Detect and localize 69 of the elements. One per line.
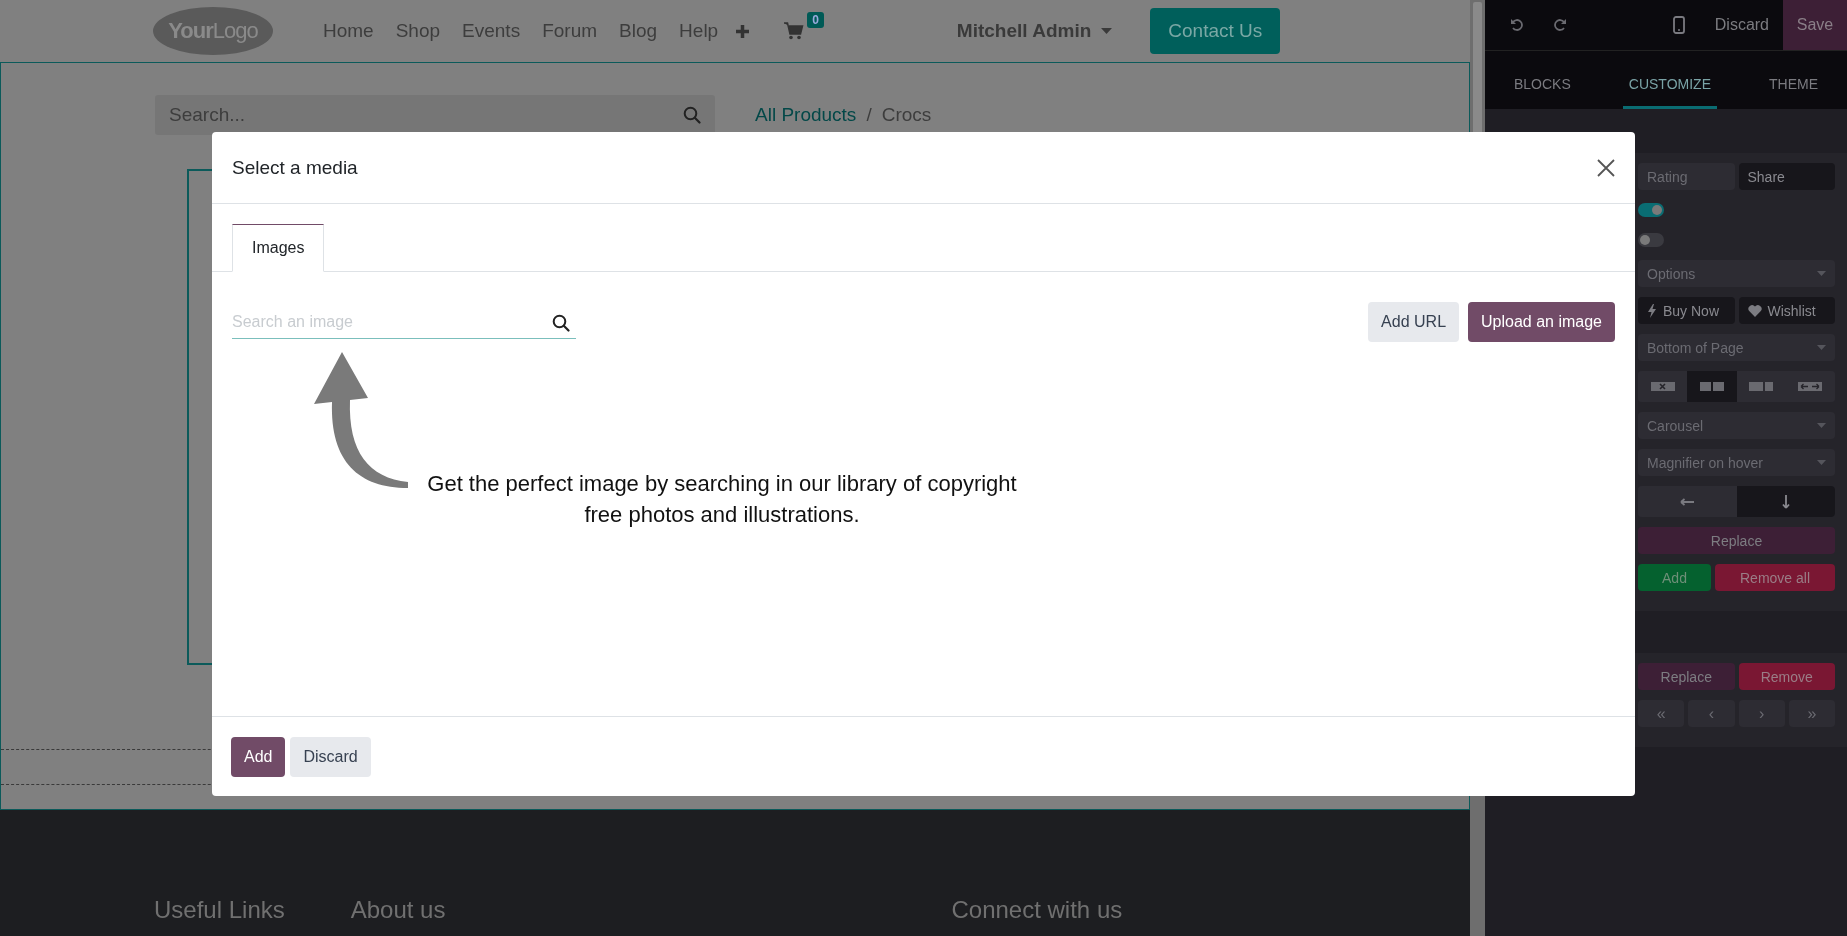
nav-link[interactable]: Events <box>451 20 532 42</box>
nav-link[interactable]: Blog <box>608 20 669 42</box>
discard-button[interactable]: Discard <box>290 736 371 777</box>
pager-button[interactable]: « <box>1638 700 1685 727</box>
contact-us-button[interactable]: Contact Us <box>1150 8 1281 54</box>
dropdown[interactable]: Carousel <box>1638 412 1835 439</box>
option-button[interactable]: Wishlist <box>1738 297 1835 324</box>
bolt-icon <box>1647 303 1657 318</box>
wide-narrow-icon <box>1749 382 1774 391</box>
down-arrow-icon <box>1781 494 1790 509</box>
action-button[interactable]: Replace <box>1638 527 1835 554</box>
footer-heading: About us <box>350 896 446 924</box>
user-menu[interactable]: Mitchell Admin <box>956 20 1092 42</box>
search-field[interactable]: Search... <box>155 95 715 135</box>
layout-option[interactable] <box>1687 371 1737 402</box>
breadcrumb-separator: / <box>866 104 872 126</box>
panel-tab[interactable]: BLOCKS <box>1508 76 1577 109</box>
action-button[interactable]: Remove <box>1738 663 1835 690</box>
full-width-icon <box>1650 382 1675 391</box>
expand-icon <box>1798 382 1823 391</box>
nav-link[interactable]: Help <box>668 20 730 42</box>
left-arrow-icon <box>1680 497 1695 506</box>
footer-heading: Connect with us <box>951 896 1123 924</box>
dropdown[interactable]: Magnifier on hover <box>1638 449 1835 476</box>
panel-tab[interactable]: THEME <box>1762 76 1824 109</box>
nav-link[interactable]: Home <box>312 20 385 42</box>
breadcrumb-item[interactable]: All Products <box>755 104 857 126</box>
nav-link[interactable]: Shop <box>384 20 452 42</box>
search-icon <box>552 313 570 332</box>
mobile-preview-icon[interactable] <box>1672 16 1685 34</box>
hint-text: Get the perfect image by searching in our library of copyright free photos and illustrations. <box>426 470 1018 529</box>
action-button[interactable]: Upload an image <box>1468 302 1615 342</box>
action-button[interactable]: Remove all <box>1715 564 1835 591</box>
plus-icon[interactable] <box>735 23 751 39</box>
add-button[interactable]: Add <box>231 736 286 777</box>
undo-icon[interactable] <box>1510 18 1524 32</box>
nav-link[interactable]: Forum <box>531 20 609 42</box>
caret-icon <box>1101 28 1113 34</box>
close-icon[interactable] <box>1597 158 1615 177</box>
action-button[interactable]: Replace <box>1638 663 1735 690</box>
pager-button[interactable]: ‹ <box>1688 700 1735 727</box>
cart-count-badge: 0 <box>807 12 824 28</box>
dialog-tab[interactable]: Images <box>232 224 325 272</box>
heart-icon <box>1747 303 1762 318</box>
caret-icon <box>1817 423 1826 428</box>
pager-button[interactable]: › <box>1738 700 1785 727</box>
two-columns-icon <box>1699 382 1724 391</box>
save-button[interactable]: Save <box>1783 0 1847 50</box>
dialog-title: Select a media <box>232 156 358 179</box>
action-button[interactable]: Add <box>1638 564 1711 591</box>
breadcrumb-item: Crocs <box>881 104 932 126</box>
action-button[interactable]: Add URL <box>1368 302 1460 342</box>
panel-tab[interactable]: CUSTOMIZE <box>1622 76 1717 109</box>
search-icon <box>683 106 701 124</box>
cart-icon[interactable] <box>784 22 805 40</box>
redo-icon[interactable] <box>1553 18 1567 32</box>
footer-heading: Useful Links <box>154 896 285 924</box>
caret-icon <box>1817 271 1826 276</box>
option-button[interactable]: Buy Now <box>1638 297 1735 324</box>
discard-button[interactable]: Discard <box>1700 0 1783 50</box>
option-button[interactable]: Share <box>1738 163 1835 190</box>
pager-button[interactable]: » <box>1788 700 1835 727</box>
caret-icon <box>1817 345 1826 350</box>
dropdown[interactable]: Bottom of Page <box>1638 334 1835 361</box>
option-button[interactable]: Rating <box>1638 163 1735 190</box>
toggle-switch[interactable] <box>1638 233 1664 247</box>
toggle-switch[interactable] <box>1638 203 1664 217</box>
caret-icon <box>1817 460 1826 465</box>
dropdown[interactable]: Options <box>1638 260 1835 287</box>
